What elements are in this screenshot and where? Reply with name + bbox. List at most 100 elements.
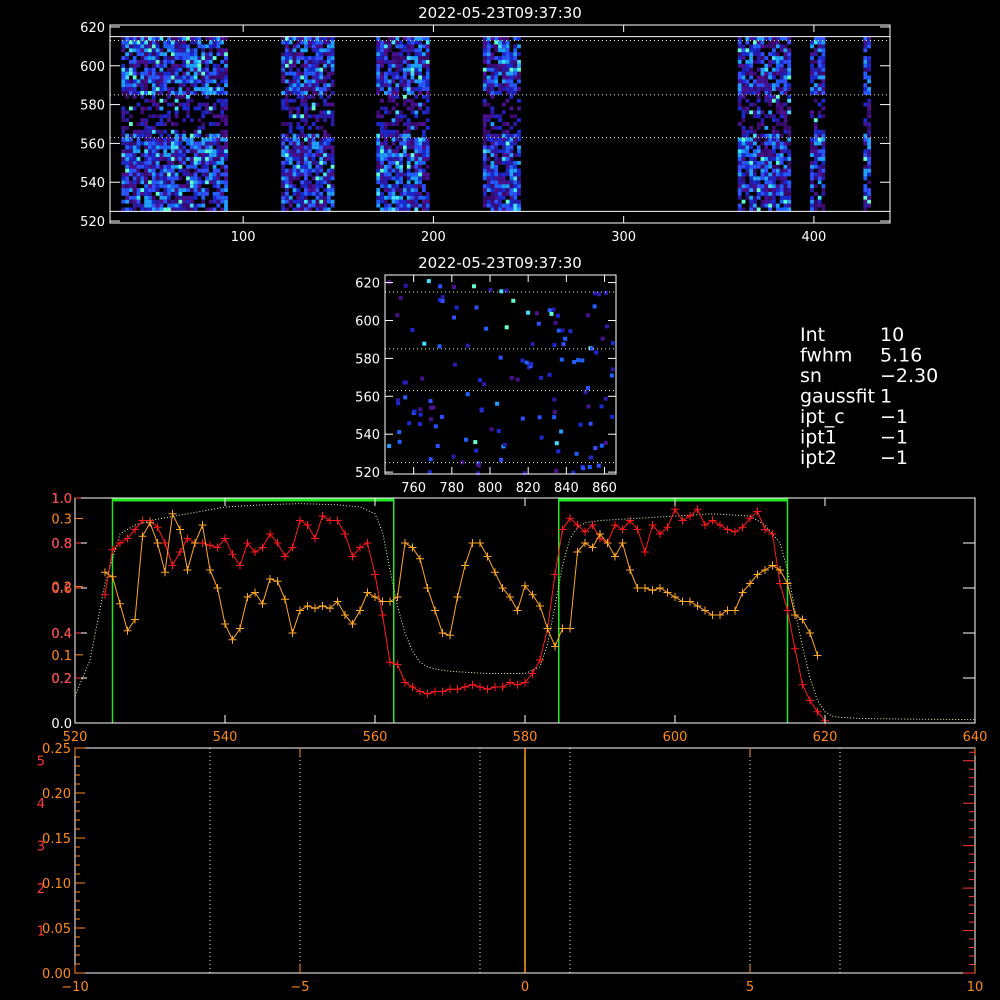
heatmap-cell (753, 110, 757, 115)
heatmap-cell (216, 71, 221, 76)
heatmap-cell (182, 83, 187, 88)
heatmap-cell (186, 56, 190, 60)
heatmap-cell (326, 44, 331, 49)
heatmap-cell (772, 71, 776, 76)
heatmap-cell (486, 184, 491, 189)
heatmap-cell (425, 48, 430, 53)
heatmap-cell (330, 184, 335, 189)
heatmap-cell (281, 98, 285, 103)
heatmap-cell (216, 157, 221, 161)
heatmap-cell (768, 52, 772, 57)
heatmap-cell (125, 87, 129, 91)
series-point-2 (408, 543, 417, 552)
x-tick-label: 820 (516, 481, 541, 496)
heatmap-cell (132, 75, 137, 80)
heatmap-cell (186, 48, 190, 53)
heatmap-cell (140, 141, 145, 146)
heatmap-cell (547, 372, 552, 377)
heatmap-cell (326, 71, 331, 76)
heatmap-cell (148, 98, 152, 103)
heatmap-cell (323, 188, 327, 192)
heatmap-cell (821, 48, 826, 53)
heatmap-cell (482, 36, 487, 41)
heatmap-cell (772, 141, 776, 146)
heatmap-cell (224, 145, 228, 150)
heatmap-cell (163, 191, 168, 196)
heatmap-cell (494, 125, 499, 130)
heatmap-cell (863, 48, 868, 53)
heatmap-cell (174, 75, 179, 80)
heatmap-cell (863, 168, 868, 173)
heatmap-cell (326, 63, 331, 68)
heatmap-cell (813, 122, 818, 126)
heatmap-cell (380, 75, 384, 80)
heatmap-cell (867, 79, 871, 84)
heatmap-cell (319, 52, 324, 57)
heatmap-cell (391, 63, 396, 68)
heatmap-cell (509, 67, 514, 72)
heatmap-cell (810, 52, 814, 57)
x-tick-label: 760 (401, 481, 426, 496)
heatmap-cell (292, 176, 297, 181)
heatmap-cell (296, 203, 301, 208)
heatmap-cell (478, 378, 482, 383)
heatmap-cell (783, 203, 788, 208)
heatmap-cell (768, 207, 772, 212)
heatmap-cell (330, 172, 335, 177)
heatmap-cell (307, 125, 312, 130)
heatmap-cell (380, 184, 384, 189)
heatmap-cell (384, 153, 388, 157)
series-point-1 (206, 541, 214, 550)
heatmap-cell (319, 40, 324, 45)
mid-heatmap-frame (384, 274, 617, 475)
heatmap-cell (315, 52, 320, 57)
heatmap-cell (220, 145, 225, 150)
heatmap-cell (163, 71, 168, 76)
heatmap-cell (764, 149, 769, 154)
heatmap-cell (403, 48, 407, 53)
heatmap-cell (414, 157, 419, 161)
heatmap-cell (486, 67, 491, 72)
heatmap-cell (212, 67, 217, 72)
heatmap-cell (121, 40, 126, 45)
heatmap-cell (326, 114, 331, 119)
y-tick-label-red: 5 (37, 755, 45, 770)
heatmap-cell (315, 184, 320, 189)
heatmap-cell (304, 63, 308, 68)
heatmap-cell (775, 94, 780, 99)
heatmap-cell (783, 141, 788, 146)
heatmap-cell (745, 79, 750, 84)
heatmap-cell (330, 157, 335, 161)
heatmap-cell (330, 44, 335, 49)
heatmap-cell (380, 191, 384, 196)
heatmap-cell (772, 94, 776, 99)
heatmap-cell (399, 52, 403, 57)
heatmap-cell (201, 87, 206, 91)
heatmap-cell (288, 180, 293, 185)
heatmap-cell (376, 79, 381, 84)
heatmap-cell (193, 52, 198, 57)
heatmap-cell (498, 176, 502, 181)
heatmap-cell (323, 98, 327, 103)
heatmap-cell (197, 176, 202, 181)
heatmap-cell (741, 180, 746, 185)
heatmap-cell (768, 141, 772, 146)
heatmap-cell (376, 172, 381, 177)
heatmap-cell (410, 164, 415, 169)
heatmap-cell (296, 52, 301, 57)
heatmap-cell (197, 87, 202, 91)
heatmap-cell (813, 199, 818, 204)
heatmap-cell (406, 203, 411, 208)
heatmap-cell (159, 87, 164, 91)
heatmap-cell (817, 91, 822, 95)
heatmap-cell (813, 145, 818, 150)
heatmap-cell (182, 137, 187, 142)
heatmap-cell (418, 145, 422, 150)
heatmap-cell (509, 180, 514, 185)
heatmap-cell (425, 83, 430, 88)
heatmap-cell (330, 102, 335, 107)
heatmap-cell (867, 180, 871, 185)
top-heatmap-cells (121, 36, 871, 212)
heatmap-cell (132, 195, 137, 200)
heatmap-cell (319, 176, 324, 181)
